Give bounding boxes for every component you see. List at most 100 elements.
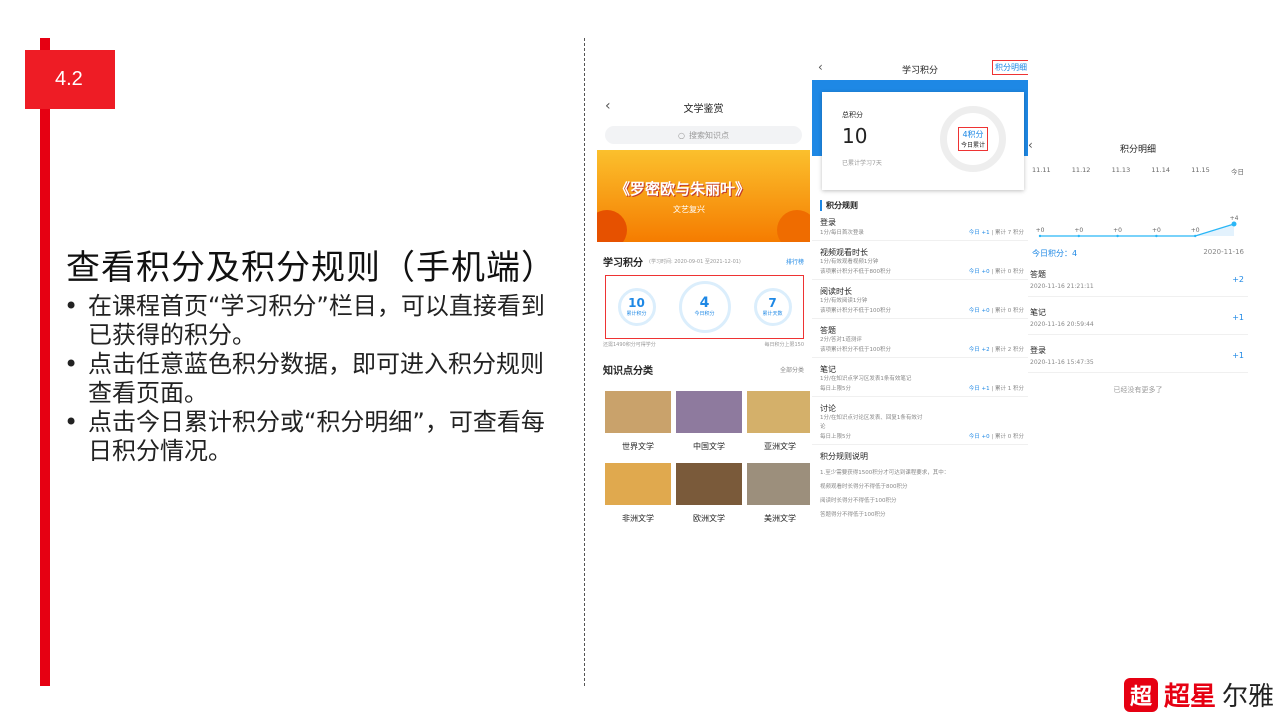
logo-mark: 超 (1124, 677, 1158, 712)
date-tab[interactable]: 11.14 (1151, 166, 1170, 176)
date-tab[interactable]: 11.11 (1032, 166, 1051, 176)
date-tab[interactable]: 11.12 (1072, 166, 1091, 176)
rules-explanation: 积分规则说明 1.至少需要获得1500积分才可达到课程要求，其中： 视频观看时长得… (812, 445, 1028, 528)
category-grid: 世界文学 中国文学 亚洲文学非洲文学 欧洲文学 美洲文学 (597, 391, 810, 531)
rule-name: 答题 (820, 326, 836, 335)
rank-link[interactable]: 排行榜 (786, 257, 804, 266)
rule-score[interactable]: 今日 +2 | 累计 2 积分 (969, 345, 1024, 353)
points-stats: 10 累计积分 4 今日积分 7 累计天数 (605, 275, 804, 339)
rule-name: 笔记 (820, 365, 836, 374)
rule-item: 登录 1分/每日首次登录 今日 +1 | 累计 7 积分 (812, 211, 1028, 241)
explain-line: 答题得分不得低于100积分 (820, 512, 886, 518)
explain-lines: 1.至少需要获得1500积分才可达到课程要求，其中： 视频观看时长得分不得低于80… (820, 466, 1020, 522)
rule-name: 讨论 (820, 404, 836, 413)
date-tab[interactable]: 今日 (1231, 166, 1244, 176)
back-icon[interactable]: ‹ (1028, 138, 1033, 152)
rule-desc: 1分/有效观看视频1分钟 (820, 259, 879, 265)
category-tile[interactable]: 中国文学 (676, 391, 742, 459)
rule-score[interactable]: 今日 +0 | 累计 0 积分 (969, 267, 1024, 275)
category-tile[interactable]: 亚洲文学 (747, 391, 810, 459)
category-tile[interactable]: 美洲文学 (747, 463, 810, 531)
rule-score[interactable]: 今日 +1 | 累计 7 积分 (969, 228, 1024, 236)
page-title: 文学鉴赏 (683, 103, 724, 115)
dashed-divider (584, 38, 585, 686)
footnote-right: 每日积分上限150 (764, 342, 804, 348)
date-tab[interactable]: 11.15 (1191, 166, 1210, 176)
today-points-gauge[interactable]: 4积分 今日累计 (940, 106, 1006, 172)
category-image (605, 391, 671, 433)
record-info: 笔记 2020-11-16 20:59:44 (1030, 307, 1094, 328)
footnote-left: 还需1490积分可得学分 (603, 342, 656, 348)
rule-name: 视频观看时长 (820, 248, 868, 257)
phone-course-home: ‹ 文学鉴赏 ○ 搜索知识点 《罗密欧与朱丽叶》 文艺复兴 学习积分 (学习时间… (597, 90, 810, 545)
search-input[interactable]: ○ 搜索知识点 (605, 126, 802, 144)
rule-desc: 该项累计积分不低于800积分 (820, 269, 891, 275)
total-points-ring[interactable]: 10 累计积分 (617, 288, 656, 326)
rule-total: 累计 1 积分 (995, 386, 1024, 392)
back-icon[interactable]: ‹ (605, 98, 611, 114)
points-footnote: 还需1490积分可得学分 每日积分上限150 (597, 341, 810, 348)
record-time: 2020-11-16 20:59:44 (1030, 321, 1094, 328)
tree-decoration (597, 210, 627, 242)
chaoxing-logo: 超 超星 尔雅 (1124, 676, 1274, 713)
points-detail-link[interactable]: 积分明细 (992, 60, 1028, 75)
chart-point (1077, 234, 1080, 238)
rule-items: 登录 1分/每日首次登录 今日 +1 | 累计 7 积分 视频观看时长 1分/有效观看视… (812, 211, 1028, 445)
search-icon: ○ (678, 130, 685, 140)
category-image (676, 391, 742, 433)
record-value: +1 (1232, 351, 1244, 360)
section-period: (学习时间: 2020-09-01 至2021-12-01) (649, 259, 741, 265)
rule-total: 累计 7 积分 (995, 230, 1024, 236)
record-value: +1 (1232, 313, 1244, 322)
course-banner[interactable]: 《罗密欧与朱丽叶》 文艺复兴 (597, 150, 810, 242)
rule-stats-row: 该项累计积分不低于100积分 今日 +2 | 累计 2 积分 (820, 345, 1024, 353)
points-chart: +0 +0 +0 +0 +0 +4 (1028, 176, 1248, 248)
category-tile[interactable]: 世界文学 (605, 391, 671, 459)
record-name: 答题 (1030, 270, 1046, 279)
chart-point (1038, 234, 1042, 238)
rules-heading: 积分规则 (820, 200, 1020, 211)
rule-stats-row: 该项累计积分不低于100积分 今日 +0 | 累计 0 积分 (820, 306, 1024, 314)
rule-score[interactable]: 今日 +0 | 累计 0 积分 (969, 432, 1024, 440)
category-label: 非洲文学 (622, 514, 654, 523)
category-tile[interactable]: 非洲文学 (605, 463, 671, 531)
back-icon[interactable]: ‹ (818, 60, 823, 74)
rule-desc: 每日上限5分 (820, 434, 851, 440)
total-days-ring[interactable]: 7 累计天数 (753, 288, 792, 326)
record-time: 2020-11-16 15:47:35 (1030, 359, 1094, 366)
category-label: 欧洲文学 (693, 514, 725, 523)
all-categories-link[interactable]: 全部分类 (780, 365, 804, 374)
rule-total: 累计 0 积分 (995, 269, 1024, 275)
points-record: 笔记 2020-11-16 20:59:44 +1 (1028, 297, 1248, 335)
search-placeholder: 搜索知识点 (688, 130, 729, 140)
explain-title: 积分规则说明 (820, 452, 868, 461)
page-title: 积分明细 (1119, 144, 1156, 155)
chart-point (1231, 221, 1237, 227)
section-title: 学习积分 (603, 258, 643, 269)
logo-brand: 超星 (1164, 682, 1217, 712)
rule-today: 今日 +2 (968, 347, 990, 353)
rule-score[interactable]: 今日 +1 | 累计 1 积分 (969, 384, 1024, 392)
rule-desc: 1分/每日首次登录 (820, 230, 864, 236)
rule-total: 累计 0 积分 (995, 434, 1024, 440)
gauge-box: 4积分 今日累计 (957, 127, 988, 151)
rule-item: 答题 2分/答对1道测评 该项累计积分不低于100积分 今日 +2 | 累计 2 积分 (812, 319, 1028, 358)
rule-today: 今日 +1 (968, 230, 990, 236)
days-note: 已累计学习7天 (842, 160, 882, 167)
bullet-list: 在课程首页“学习积分”栏目，可以直接看到已获得的积分。 点击任意蓝色积分数据，即… (62, 292, 562, 466)
tree-decoration (777, 210, 810, 242)
rule-score[interactable]: 今日 +0 | 累计 0 积分 (969, 306, 1024, 314)
banner-subtitle: 文艺复兴 (673, 205, 705, 214)
today-points-ring[interactable]: 4 今日积分 (678, 281, 731, 333)
bullet-item: 点击今日累计积分或“积分明细”，可查看每日积分情况。 (62, 408, 562, 466)
points-line-chart: +0 +0 +0 +0 +0 +4 (1036, 215, 1239, 238)
category-tile[interactable]: 欧洲文学 (676, 463, 742, 531)
stat-value: 7 (768, 296, 777, 310)
rule-total: 累计 0 积分 (995, 308, 1024, 314)
record-value: +2 (1232, 275, 1244, 284)
rule-desc: 每日上限5分 (820, 386, 851, 392)
stat-label: 累计积分 (626, 311, 647, 317)
page-title: 学习积分 (901, 65, 938, 76)
date-tab[interactable]: 11.13 (1112, 166, 1131, 176)
logo-name: 尔雅 (1222, 682, 1275, 712)
